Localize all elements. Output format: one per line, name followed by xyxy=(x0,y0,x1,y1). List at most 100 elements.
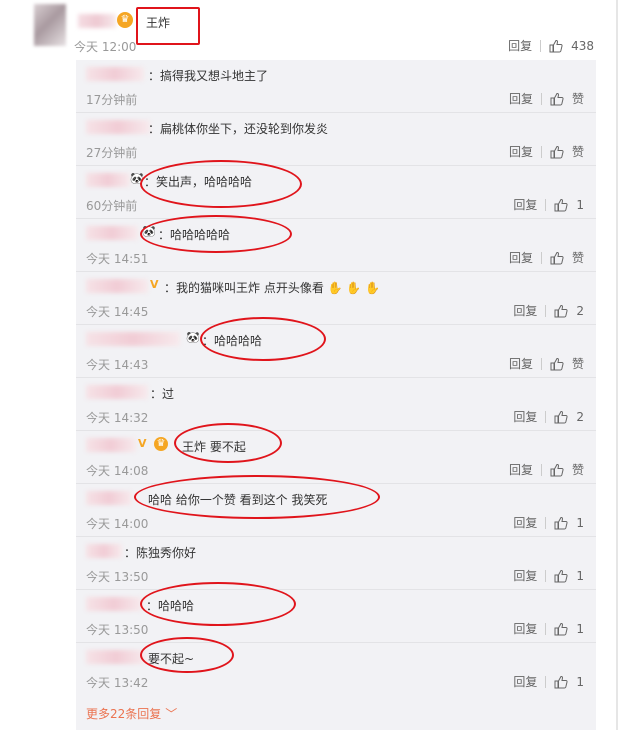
thumbs-up-icon[interactable] xyxy=(550,357,564,371)
reply-text: 王炸 要不起 xyxy=(182,440,246,454)
panda-emoji-icon: 🐼 xyxy=(186,331,200,344)
reply-actions: 回复 2 xyxy=(513,302,584,319)
list-item: 哈哈 给你一个赞 看到这个 我笑死 今天 14:00 回复 1 xyxy=(76,475,596,537)
reply-button[interactable]: 回复 xyxy=(509,355,533,372)
panda-emoji-icon: 🐼 xyxy=(130,172,144,185)
reply-button[interactable]: 回复 xyxy=(508,37,532,54)
thumbs-up-icon[interactable] xyxy=(554,410,568,424)
reply-button[interactable]: 回复 xyxy=(509,143,533,160)
divider xyxy=(545,516,547,529)
username-blurred[interactable] xyxy=(86,120,150,134)
username-blurred[interactable] xyxy=(86,67,144,81)
list-item: 要不起~ 今天 13:42 回复 1 xyxy=(76,637,596,696)
username-blurred[interactable] xyxy=(86,438,136,452)
thumbs-up-icon[interactable] xyxy=(550,251,564,265)
like-count: 1 xyxy=(576,197,584,212)
thumbs-up-icon[interactable] xyxy=(554,198,568,212)
reply-text: ：哈哈哈 xyxy=(146,599,195,613)
thumbs-up-icon[interactable] xyxy=(554,622,568,636)
panda-emoji-icon: 🐼 xyxy=(142,225,156,238)
thumbs-up-icon[interactable] xyxy=(554,516,568,530)
list-item: 🐼 ：哈哈哈哈 今天 14:43 回复 赞 xyxy=(76,317,596,378)
like-count: 1 xyxy=(576,568,584,583)
thumbs-up-icon[interactable] xyxy=(550,145,564,159)
reply-time: 17分钟前 xyxy=(86,93,138,107)
username-blurred[interactable] xyxy=(86,332,180,346)
like-count: 1 xyxy=(576,621,584,636)
list-item: 🐼 ：哈哈哈哈哈 今天 14:51 回复 赞 xyxy=(76,215,596,272)
like-count: 438 xyxy=(571,38,594,53)
username-blurred[interactable] xyxy=(78,14,116,28)
divider xyxy=(545,410,547,423)
reply-actions: 回复 1 xyxy=(513,567,584,584)
like-count: 2 xyxy=(576,303,584,318)
reply-time: 今天 14:45 xyxy=(86,305,149,319)
list-item: ：过 今天 14:32 回复 2 xyxy=(76,378,596,431)
username-blurred[interactable] xyxy=(86,491,132,505)
avatar[interactable] xyxy=(34,4,66,46)
reply-text: ：哈哈哈哈哈 xyxy=(158,228,231,242)
divider xyxy=(540,251,542,264)
reply-button[interactable]: 回复 xyxy=(513,567,537,584)
reply-time: 今天 13:50 xyxy=(86,623,149,637)
reply-text: 要不起~ xyxy=(148,652,195,666)
divider xyxy=(540,463,542,476)
reply-time: 今天 14:51 xyxy=(86,252,149,266)
chevron-down-icon: ﹀ xyxy=(165,707,178,721)
like-count: 赞 xyxy=(571,251,584,265)
username-blurred[interactable] xyxy=(86,173,130,187)
like-count: 2 xyxy=(576,409,584,424)
username-blurred[interactable] xyxy=(86,226,138,240)
hand-emoji-icon: ✋ ✋ ✋ xyxy=(327,281,381,295)
thumbs-up-icon[interactable] xyxy=(554,569,568,583)
top-comment: ♛ 王炸 今天 12:00 回复 438 xyxy=(0,0,618,60)
reply-button[interactable]: 回复 xyxy=(513,514,537,531)
list-item: ：搞得我又想斗地主了 17分钟前 回复 赞 xyxy=(76,60,596,113)
divider xyxy=(540,357,542,370)
thumbs-up-icon[interactable] xyxy=(550,92,564,106)
username-blurred[interactable] xyxy=(86,279,148,293)
more-replies-link[interactable]: 更多22条回复 ﹀ xyxy=(86,705,177,722)
list-item: ：扁桃体你坐下，还没轮到你发炎 27分钟前 回复 赞 xyxy=(76,113,596,166)
username-blurred[interactable] xyxy=(86,597,142,611)
thumbs-up-icon[interactable] xyxy=(554,675,568,689)
reply-actions: 回复 赞 xyxy=(509,249,584,266)
reply-actions: 回复 1 xyxy=(513,673,584,690)
divider xyxy=(540,145,542,158)
reply-text: 哈哈 给你一个赞 看到这个 我笑死 xyxy=(148,493,328,507)
reply-button[interactable]: 回复 xyxy=(513,196,537,213)
reply-button[interactable]: 回复 xyxy=(509,461,533,478)
reply-button[interactable]: 回复 xyxy=(513,620,537,637)
divider xyxy=(540,92,542,105)
fan-badge-icon: ♛ xyxy=(117,12,133,28)
username-blurred[interactable] xyxy=(86,544,122,558)
divider xyxy=(545,304,547,317)
reply-actions: 回复 赞 xyxy=(509,461,584,478)
thumbs-up-icon[interactable] xyxy=(550,463,564,477)
reply-button[interactable]: 回复 xyxy=(513,302,537,319)
reply-button[interactable]: 回复 xyxy=(509,90,533,107)
reply-actions: 回复 2 xyxy=(513,408,584,425)
reply-button[interactable]: 回复 xyxy=(513,673,537,690)
thumbs-up-icon[interactable] xyxy=(554,304,568,318)
list-item: ：陈独秀你好 今天 13:50 回复 1 xyxy=(76,537,596,590)
reply-time: 今天 13:50 xyxy=(86,570,149,584)
reply-button[interactable]: 回复 xyxy=(513,408,537,425)
reply-time: 27分钟前 xyxy=(86,146,138,160)
reply-text: ：过 xyxy=(150,387,175,401)
reply-button[interactable]: 回复 xyxy=(509,249,533,266)
divider xyxy=(540,39,542,52)
username-blurred[interactable] xyxy=(86,385,148,399)
more-replies-label[interactable]: 更多22条回复 xyxy=(86,707,161,721)
username-blurred[interactable] xyxy=(86,650,146,664)
reply-actions: 回复 1 xyxy=(513,514,584,531)
like-count: 1 xyxy=(576,515,584,530)
comment-content: 王炸 xyxy=(146,16,171,30)
thumbs-up-icon[interactable] xyxy=(549,39,563,53)
list-item: V ：我的猫咪叫王炸 点开头像看 ✋ ✋ ✋ 今天 14:45 回复 2 xyxy=(76,272,596,325)
reply-text: ：笑出声，哈哈哈哈 xyxy=(144,175,253,189)
reply-time: 今天 13:42 xyxy=(86,676,149,690)
like-count: 赞 xyxy=(571,463,584,477)
reply-time: 今天 14:43 xyxy=(86,358,149,372)
like-count: 1 xyxy=(576,674,584,689)
